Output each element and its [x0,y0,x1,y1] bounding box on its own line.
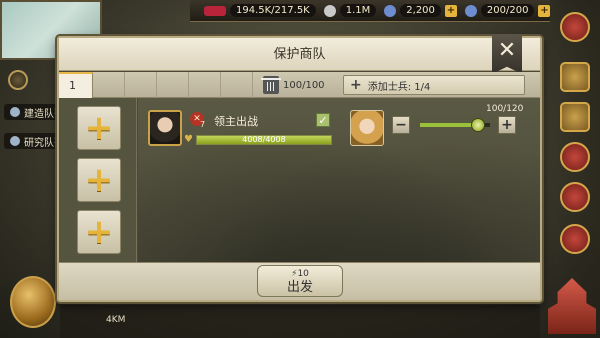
troop-detail-area: ✕ 7 领主出战 ✓ ♥ 4008/4008 100/120 − + [138,98,540,262]
slider-handle[interactable] [471,118,486,132]
plus-icon: + [350,77,362,93]
hammer-icon [10,107,20,117]
march-cost-value: 10 [297,269,309,279]
add-gems-button[interactable]: + [444,4,457,17]
protect-caravan-dialog: 保护商队 ✕ 1 100/100 + 添加士兵: 1/4 + + + ✕ 7 领… [57,34,542,302]
tab-placeholders [93,72,253,98]
hero-hp-bar: 4008/4008 [196,135,332,145]
tab-queue-1[interactable]: 1 [59,72,93,98]
troop-value: 200/200 [480,4,535,17]
hero-hp-text: 4008/4008 [242,135,286,144]
march-cost: ⚡10 [258,268,342,280]
bottom-bar [60,305,540,338]
silver-resource[interactable]: 1.1M [323,4,377,17]
heart-icon: ♥ [184,134,193,145]
capacity-value: 100/100 [283,79,325,91]
world-map-globe-icon[interactable] [10,276,56,328]
soldier-avatar[interactable] [350,110,384,146]
silver-value: 1.1M [339,4,377,17]
alliance-icon[interactable] [560,142,590,172]
queue-tabs: 1 100/100 + 添加士兵: 1/4 [59,72,540,98]
flask-icon [10,136,20,146]
food-resource[interactable]: 194.5K/217.5K [204,4,316,17]
add-slot-button[interactable]: + [77,106,121,150]
gem-resource[interactable]: 2,200 + [384,4,457,17]
gem-icon [384,4,397,17]
decrease-button[interactable]: − [392,116,410,134]
hero-avatar[interactable] [148,110,182,146]
slider-fill [420,123,479,127]
add-soldier-button[interactable]: + 添加士兵: 1/4 [343,75,525,95]
quest-icon[interactable] [560,62,590,92]
add-slot-button[interactable]: + [77,210,121,254]
add-soldier-label: 添加士兵: 1/4 [367,81,431,93]
food-value: 194.5K/217.5K [230,4,316,17]
dialog-footer: ⚡10 出发 [59,262,540,300]
add-slot-button[interactable]: + [77,158,121,202]
troop-resource[interactable]: 200/200 + [464,4,551,17]
increase-button[interactable]: + [498,116,516,134]
soldier-count: 100/120 [486,104,524,114]
distance-label: 4KM [106,315,126,325]
event-icon[interactable] [560,12,590,42]
shop-icon[interactable] [560,182,590,212]
silver-coin-icon [323,4,336,17]
soldier-slider[interactable] [420,118,490,132]
lord-battle-checkbox[interactable]: ✓ [316,113,330,127]
hero-skill-level: 7 [200,120,206,129]
march-label: 出发 [286,280,313,295]
resource-bar: 194.5K/217.5K 1.1M 2,200 + 200/200 + [190,0,551,22]
troop-icon [464,4,477,17]
lord-battle-label: 领主出战 [214,115,258,128]
gem-value: 2,200 [400,4,441,17]
expand-menu-button[interactable] [8,70,28,90]
capacity-indicator: 100/100 [261,75,329,95]
march-button[interactable]: ⚡10 出发 [257,265,343,297]
chest-icon[interactable] [560,102,590,132]
add-troops-button[interactable]: + [538,4,551,17]
hero-row: ✕ 7 领主出战 ✓ ♥ 4008/4008 100/120 − + [148,104,538,150]
troop-slot-column: + + + [59,98,137,262]
food-icon [204,5,226,16]
trash-icon[interactable] [261,76,281,94]
mail-icon[interactable] [560,224,590,254]
dialog-title: 保护商队 [59,38,540,71]
